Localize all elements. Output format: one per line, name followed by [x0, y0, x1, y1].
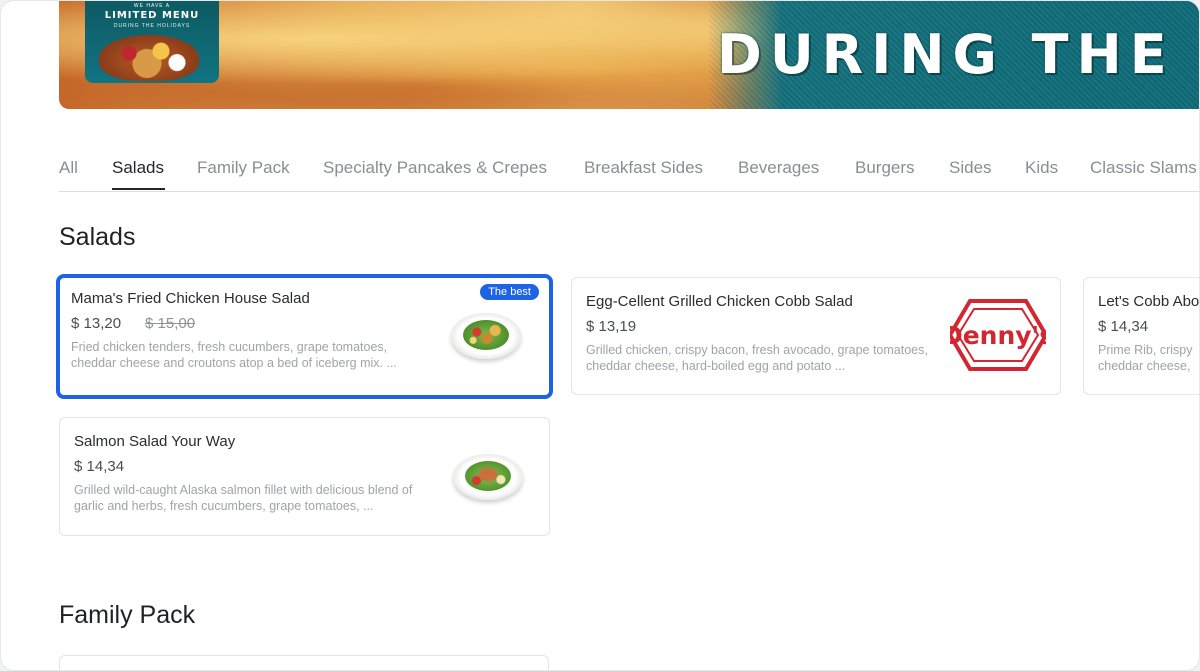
item-name: Egg-Cellent Grilled Chicken Cobb Salad — [586, 293, 853, 310]
item-image — [453, 454, 523, 500]
tab-beverages[interactable]: Beverages — [738, 158, 819, 178]
item-description: Grilled chicken, crispy bacon, fresh avo… — [586, 343, 928, 373]
tab-breakfast-sides[interactable]: Breakfast Sides — [584, 158, 703, 178]
menu-item-card[interactable] — [59, 655, 549, 670]
category-tabs: All Salads Family Pack Specialty Pancake… — [59, 148, 1199, 192]
salmon-salad-image — [465, 461, 511, 491]
item-name: Mama's Fried Chicken House Salad — [71, 290, 310, 307]
promo-subtitle: DURING THE HOLIDAYS — [113, 23, 191, 29]
item-description: Prime Rib, crispy cheddar cheese, — [1098, 343, 1193, 373]
tab-sides[interactable]: Sides — [949, 158, 992, 178]
section-title-salads: Salads — [59, 223, 136, 251]
menu-item-card[interactable]: Let's Cobb Abo $ 14,34 Prime Rib, crispy… — [1083, 277, 1200, 395]
menu-item-card[interactable]: Egg-Cellent Grilled Chicken Cobb Salad $… — [571, 277, 1061, 395]
item-price: $ 14,34 — [74, 458, 125, 475]
item-name: Let's Cobb Abo — [1098, 293, 1200, 310]
item-price: $ 13,19 — [586, 318, 637, 335]
section-title-family-pack: Family Pack — [59, 601, 196, 629]
item-price: $ 14,34 — [1098, 318, 1149, 335]
item-price: $ 13,20 — [71, 315, 122, 332]
promo-title: LIMITED MENU — [104, 10, 200, 21]
promo-thumbnail[interactable]: WE HAVE A LIMITED MENU DURING THE HOLIDA… — [85, 1, 219, 83]
menu-item-card[interactable]: Mama's Fried Chicken House Salad The bes… — [56, 274, 553, 399]
item-description: Fried chicken tenders, fresh cucumbers, … — [71, 340, 397, 370]
best-badge: The best — [480, 284, 539, 300]
tab-burgers[interactable]: Burgers — [855, 158, 915, 178]
item-old-price: $ 15,00 — [145, 315, 196, 332]
item-image — [451, 313, 521, 359]
tab-all[interactable]: All — [59, 158, 78, 178]
logo-text: Denny's — [950, 321, 1046, 350]
tab-kids[interactable]: Kids — [1025, 158, 1058, 178]
tab-specialty-pancakes-crepes[interactable]: Specialty Pancakes & Crepes — [323, 158, 547, 178]
active-tab-indicator — [112, 188, 165, 190]
item-name: Salmon Salad Your Way — [74, 433, 236, 450]
tab-salads[interactable]: Salads — [112, 158, 164, 178]
salad-image — [463, 320, 509, 350]
promo-top-text: WE HAVE A — [133, 3, 171, 9]
banner-headline: DURING THE — [717, 23, 1175, 86]
promo-food-image — [99, 35, 199, 81]
page: DURING THE WE HAVE A LIMITED MENU DURING… — [0, 0, 1200, 671]
hero-banner: DURING THE WE HAVE A LIMITED MENU DURING… — [59, 1, 1199, 109]
menu-item-card[interactable]: Salmon Salad Your Way $ 14,34 Grilled wi… — [59, 417, 550, 536]
tab-classic-slams[interactable]: Classic Slams — [1090, 158, 1197, 178]
tab-family-pack[interactable]: Family Pack — [197, 158, 290, 178]
item-description: Grilled wild-caught Alaska salmon fillet… — [74, 483, 413, 513]
dennys-logo: Denny's — [950, 299, 1046, 371]
